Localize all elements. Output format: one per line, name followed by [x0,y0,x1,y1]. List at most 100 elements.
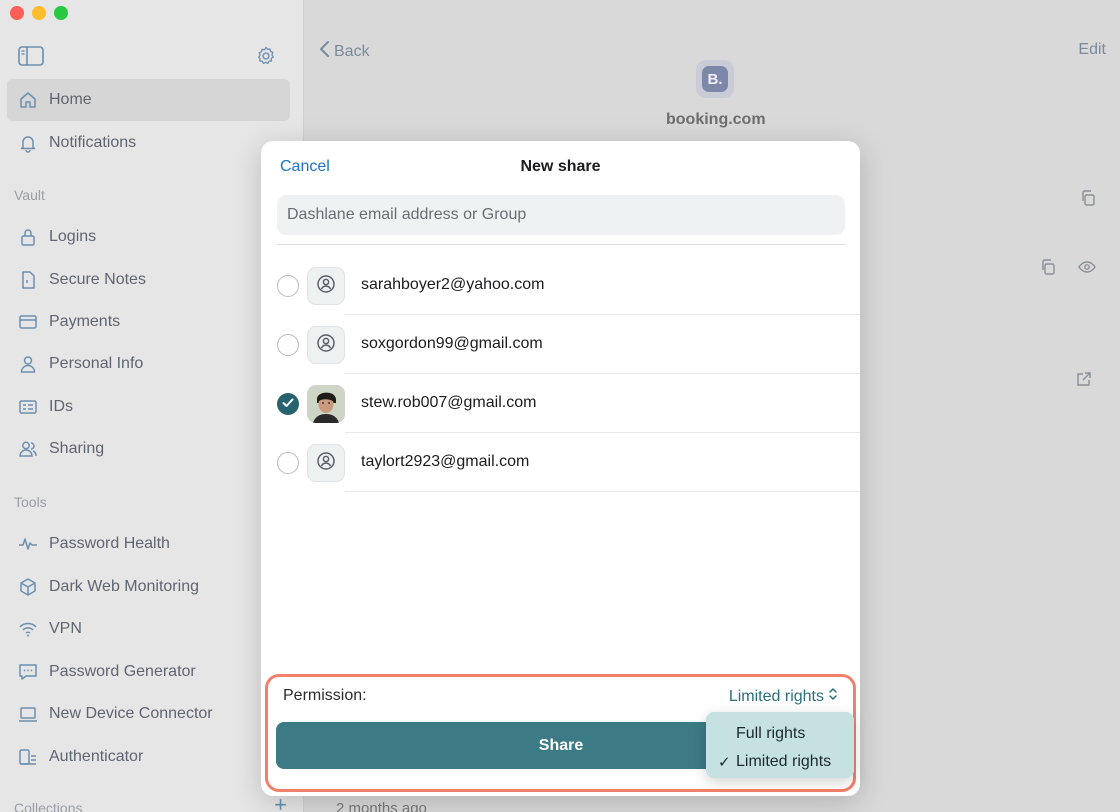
contact-checkbox-checked[interactable] [277,393,299,415]
wifi-icon [18,619,38,639]
chevron-left-icon [318,40,330,63]
sidebar-item-label: Dark Web Monitoring [49,578,199,595]
menu-item-label: Full rights [736,725,806,742]
add-collection-icon[interactable]: + [274,794,287,812]
sharing-icon [18,439,38,459]
sidebar-item-label: Sharing [49,440,105,457]
dialog-title: New share [520,158,601,175]
lock-icon [18,227,38,247]
sidebar-toggle-icon[interactable] [18,46,44,66]
sidebar-item-authenticator[interactable]: Authenticator [7,736,290,778]
cube-icon [18,577,38,597]
contact-checkbox[interactable] [277,275,299,297]
permission-select[interactable]: Limited rights [729,687,838,706]
sidebar-item-vpn[interactable]: VPN [7,608,290,650]
user-icon [316,274,336,299]
permission-dropdown-menu: Full rights ✓ Limited rights [706,712,854,778]
eye-icon[interactable] [1078,259,1096,280]
sidebar-item-label: Personal Info [49,355,144,372]
sidebar-item-dark-web-monitoring[interactable]: Dark Web Monitoring [7,566,290,608]
user-icon [316,451,336,476]
menu-item-label: Limited rights [736,753,832,770]
new-share-dialog: New share Cancel sarahboyer2@yahoo.com s… [261,141,860,796]
sidebar-item-label: Payments [49,313,121,330]
edit-button[interactable]: Edit [1078,41,1106,59]
site-logo: B. [696,60,734,98]
contact-email: taylort2923@gmail.com [361,453,530,470]
generator-icon [18,662,38,682]
contact-email: sarahboyer2@yahoo.com [361,276,545,293]
contact-email: stew.rob007@gmail.com [361,394,537,411]
contact-checkbox[interactable] [277,334,299,356]
sidebar-item-personal-info[interactable]: Personal Info [7,343,290,385]
bell-icon [18,133,38,153]
zoom-window-button[interactable] [54,6,68,20]
card-icon [18,312,38,332]
id-icon [18,397,38,417]
row-divider [345,491,860,492]
sidebar-item-label: IDs [49,398,73,415]
sidebar-item-payments[interactable]: Payments [7,301,290,343]
chevron-up-down-icon [828,687,838,706]
contact-row[interactable]: stew.rob007@gmail.com [261,374,860,433]
permission-value: Limited rights [728,687,824,705]
avatar [307,326,345,364]
sidebar-item-label: Secure Notes [49,271,146,288]
site-name: booking.com [666,111,766,128]
copy-icon[interactable] [1040,259,1056,280]
note-icon [18,270,38,290]
close-window-button[interactable] [10,6,24,20]
sidebar-item-logins[interactable]: Logins [7,216,290,258]
contact-row[interactable]: soxgordon99@gmail.com [261,315,860,374]
laptop-icon [18,704,38,724]
avatar [307,444,345,482]
avatar [307,267,345,305]
sidebar-item-new-device-connector[interactable]: New Device Connector [7,693,290,735]
pulse-icon [18,534,38,554]
authenticator-icon [18,747,38,767]
permission-label: Permission: [283,687,367,704]
checkmark-icon: ✓ [718,754,731,771]
person-icon [18,354,38,374]
checkmark-icon [282,395,294,413]
contact-checkbox[interactable] [277,452,299,474]
sidebar-item-label: Password Generator [49,663,196,680]
sidebar-item-label: Logins [49,228,97,245]
contact-row[interactable]: sarahboyer2@yahoo.com [261,256,860,315]
sidebar-item-label: Authenticator [49,748,144,765]
home-icon [18,90,38,110]
user-icon [316,333,336,358]
sidebar-item-label: Notifications [49,134,137,151]
sidebar-item-label: Password Health [49,535,170,552]
sidebar-item-sharing[interactable]: Sharing [7,428,290,470]
sidebar: Home Notifications Vault Logins Secure N… [0,0,304,812]
sidebar-item-password-generator[interactable]: Password Generator [7,651,290,693]
sidebar-item-home[interactable]: Home [7,79,290,121]
copy-icon[interactable] [1080,190,1096,211]
sidebar-item-notifications[interactable]: Notifications [7,122,290,164]
contact-row[interactable]: taylort2923@gmail.com [261,433,860,492]
cancel-button[interactable]: Cancel [280,158,330,176]
sidebar-item-label: Home [49,91,92,108]
gear-icon[interactable] [255,45,277,67]
section-title-collections: Collections [14,800,83,812]
sidebar-item-secure-notes[interactable]: Secure Notes [7,259,290,301]
timestamp: 2 months ago [336,800,427,812]
section-title-vault: Vault [14,187,45,203]
external-link-icon[interactable] [1076,371,1092,392]
sidebar-item-label: VPN [49,620,82,637]
menu-item-limited-rights[interactable]: ✓ Limited rights [706,748,854,776]
section-title-tools: Tools [14,494,47,510]
recipient-search-input[interactable] [277,195,845,235]
contact-email: soxgordon99@gmail.com [361,335,543,352]
back-label: Back [334,42,370,60]
back-button[interactable]: Back [318,40,370,63]
menu-item-full-rights[interactable]: Full rights [706,720,854,748]
sidebar-item-label: New Device Connector [49,705,213,722]
avatar-photo [307,385,345,423]
divider [277,244,845,245]
minimize-window-button[interactable] [32,6,46,20]
sidebar-item-ids[interactable]: IDs [7,386,290,428]
sidebar-item-password-health[interactable]: Password Health [7,523,290,565]
window-controls [10,6,68,20]
